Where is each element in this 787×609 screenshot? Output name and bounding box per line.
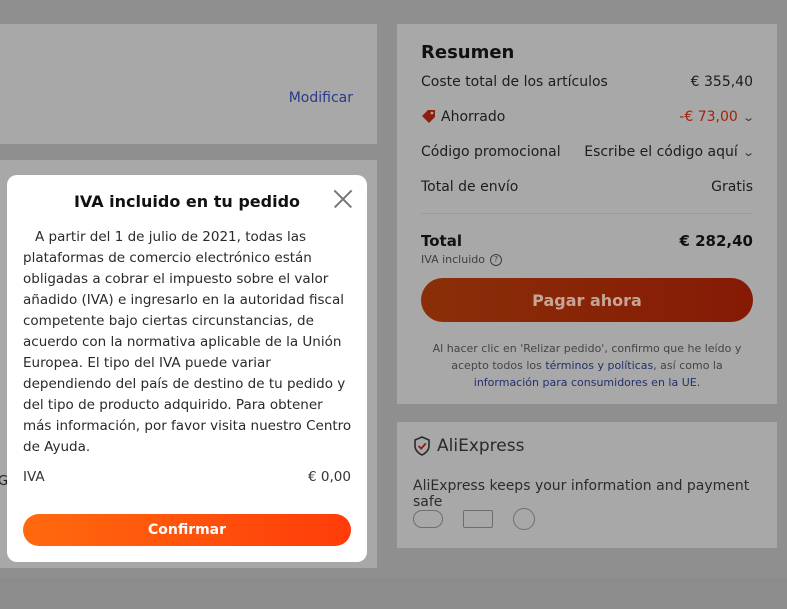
- items-total-row: Coste total de los artículos € 355,40: [421, 74, 753, 90]
- modify-link[interactable]: Modificar: [289, 90, 353, 106]
- eu-consumer-info-link[interactable]: información para consumidores en la UE.: [474, 376, 700, 389]
- terms-link[interactable]: términos y políticas: [545, 359, 653, 372]
- items-total-value: € 355,40: [690, 74, 753, 90]
- grand-total-value: € 282,40: [679, 232, 753, 250]
- items-total-label: Coste total de los artículos: [421, 74, 608, 90]
- aliexpress-logo: AliExpress: [413, 436, 524, 456]
- help-icon[interactable]: ?: [489, 253, 502, 266]
- grand-total-label: Total: [421, 232, 462, 250]
- legal-notice: Al hacer clic en 'Relizar pedido', confi…: [425, 340, 749, 391]
- order-summary-card: Resumen Coste total de los artículos € 3…: [397, 24, 777, 404]
- shield-check-icon: [414, 436, 430, 456]
- security-card: AliExpress AliExpress keeps your informa…: [397, 422, 777, 548]
- saved-label: Ahorrado: [441, 109, 506, 125]
- summary-title: Resumen: [421, 42, 515, 63]
- saved-value-wrap: -€ 73,00 ⌄: [679, 109, 755, 125]
- saved-value: -€ 73,00: [679, 109, 738, 125]
- secure-payment-badge-icon: [413, 510, 443, 528]
- vat-included-note: IVA incluido ?: [421, 253, 502, 266]
- page-footer-strip: [0, 578, 787, 609]
- security-badges: [413, 508, 535, 530]
- vat-info-dialog: IVA incluido en tu pedido A partir del 1…: [7, 175, 367, 562]
- saved-row[interactable]: Ahorrado -€ 73,00 ⌄: [421, 109, 755, 125]
- vat-label: IVA: [23, 469, 45, 485]
- grand-total-row: Total € 282,40: [421, 232, 753, 250]
- tag-icon: [422, 110, 435, 123]
- dialog-body-text: A partir del 1 de julio de 2021, todas l…: [23, 229, 352, 455]
- chevron-down-icon[interactable]: ⌄: [742, 146, 755, 159]
- brand-name: AliExpress: [437, 436, 525, 456]
- verified-shield-badge-icon: [463, 510, 493, 528]
- shipping-total-value: Gratis: [711, 179, 753, 195]
- confirm-button[interactable]: Confirmar: [23, 514, 351, 546]
- vat-included-label: IVA incluido: [421, 253, 485, 266]
- pay-now-button[interactable]: Pagar ahora: [421, 278, 753, 322]
- dialog-title: IVA incluido en tu pedido: [73, 192, 301, 211]
- chevron-down-icon[interactable]: ⌄: [742, 111, 755, 124]
- promo-code-row[interactable]: Código promocional Escribe el código aqu…: [421, 144, 755, 160]
- vat-amount-row: IVA € 0,00: [23, 469, 351, 485]
- shipping-address-card: Modificar: [0, 24, 377, 144]
- promo-code-label: Código promocional: [421, 144, 561, 160]
- shipping-total-row: Total de envío Gratis: [421, 179, 753, 195]
- saved-label-wrap: Ahorrado: [421, 109, 505, 125]
- promo-code-value-wrap: Escribe el código aquí ⌄: [584, 144, 755, 160]
- shipping-total-label: Total de envío: [421, 179, 519, 195]
- summary-divider: [421, 213, 753, 214]
- legal-text-2: , así como la: [653, 359, 723, 372]
- promo-code-placeholder[interactable]: Escribe el código aquí: [584, 144, 738, 160]
- security-text: AliExpress keeps your information and pa…: [413, 478, 750, 510]
- vat-value: € 0,00: [308, 469, 351, 485]
- certification-seal-icon: [513, 508, 535, 530]
- close-icon[interactable]: [333, 189, 353, 209]
